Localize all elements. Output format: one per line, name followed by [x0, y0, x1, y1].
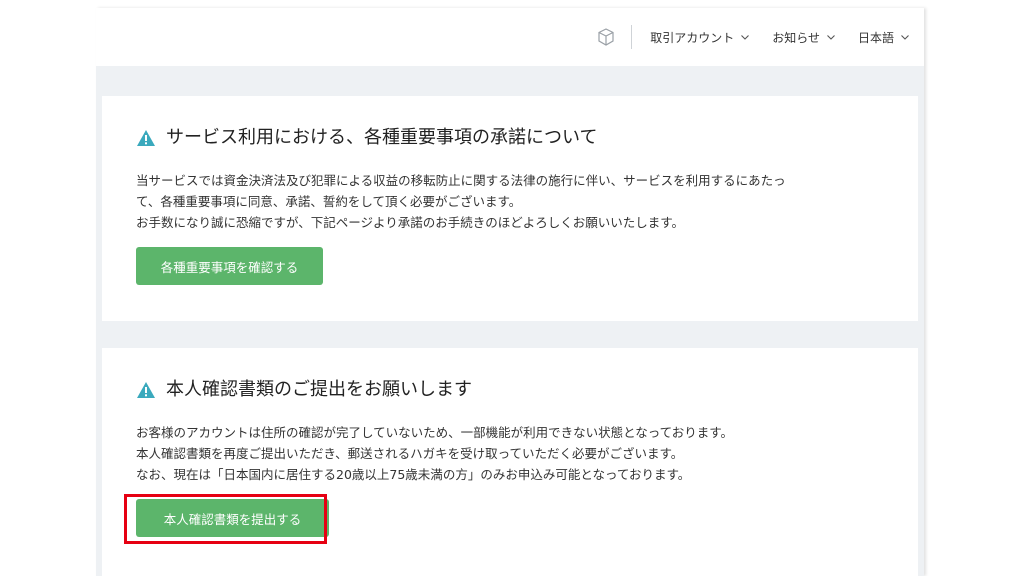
- notice-body: お客様のアカウントは住所の確認が完了していないため、一部機能が利用できない状態と…: [136, 422, 884, 485]
- notice-line: お客様のアカウントは住所の確認が完了していないため、一部機能が利用できない状態と…: [136, 425, 734, 440]
- warning-icon: [137, 382, 155, 398]
- notice-line: て、各種重要事項に同意、承諾、誓約をして頂く必要がございます。: [136, 194, 522, 209]
- warning-icon: [137, 130, 155, 146]
- notice-title-text: サービス利用における、各種重要事項の承諾について: [166, 127, 598, 148]
- nav-trading-account-label: 取引アカウント: [650, 30, 735, 45]
- nav-notifications-label: お知らせ: [772, 30, 820, 45]
- top-header: 取引アカウント お知らせ 日本語: [96, 8, 924, 66]
- notice-card-important-matters: サービス利用における、各種重要事項の承諾について 当サービスでは資金決済法及び犯…: [102, 96, 918, 321]
- nav-language-label: 日本語: [857, 30, 894, 45]
- submit-identity-documents-button[interactable]: 本人確認書類を提出する: [136, 499, 329, 537]
- chevron-down-icon: [741, 35, 750, 40]
- confirm-important-matters-button[interactable]: 各種重要事項を確認する: [136, 247, 323, 285]
- notice-title: 本人確認書類のご提出をお願いします: [136, 378, 884, 402]
- nav-notifications[interactable]: お知らせ: [772, 29, 836, 46]
- notice-line: 当サービスでは資金決済法及び犯罪による収益の移転防止に関する法律の施行に伴い、サ…: [136, 173, 786, 188]
- notice-line: お手数になり誠に恐縮ですが、下記ページより承諾のお手続きのほどよろしくお願いいた…: [136, 215, 685, 230]
- header-divider: [631, 25, 633, 49]
- nav-language[interactable]: 日本語: [858, 29, 910, 46]
- chevron-down-icon: [827, 35, 835, 40]
- notice-title: サービス利用における、各種重要事項の承諾について: [136, 126, 884, 150]
- main-content: サービス利用における、各種重要事項の承諾について 当サービスでは資金決済法及び犯…: [96, 66, 924, 576]
- notice-title-text: 本人確認書類のご提出をお願いします: [166, 379, 472, 400]
- cube-icon[interactable]: [595, 26, 617, 48]
- notice-line: なお、現在は「日本国内に居住する20歳以上75歳未満の方」のみお申込み可能となっ…: [136, 467, 691, 482]
- app-window: 取引アカウント お知らせ 日本語 サービス利用における、各種重要事項の承諾につい…: [96, 8, 924, 576]
- notice-line: 本人確認書類を再度ご提出いただき、郵送されるハガキを受け取っていただく必要がござ…: [136, 446, 684, 461]
- notice-card-identity-documents: 本人確認書類のご提出をお願いします お客様のアカウントは住所の確認が完了していな…: [102, 348, 918, 576]
- chevron-down-icon: [901, 35, 909, 40]
- notice-body: 当サービスでは資金決済法及び犯罪による収益の移転防止に関する法律の施行に伴い、サ…: [136, 170, 884, 233]
- nav-trading-account[interactable]: 取引アカウント: [650, 29, 750, 46]
